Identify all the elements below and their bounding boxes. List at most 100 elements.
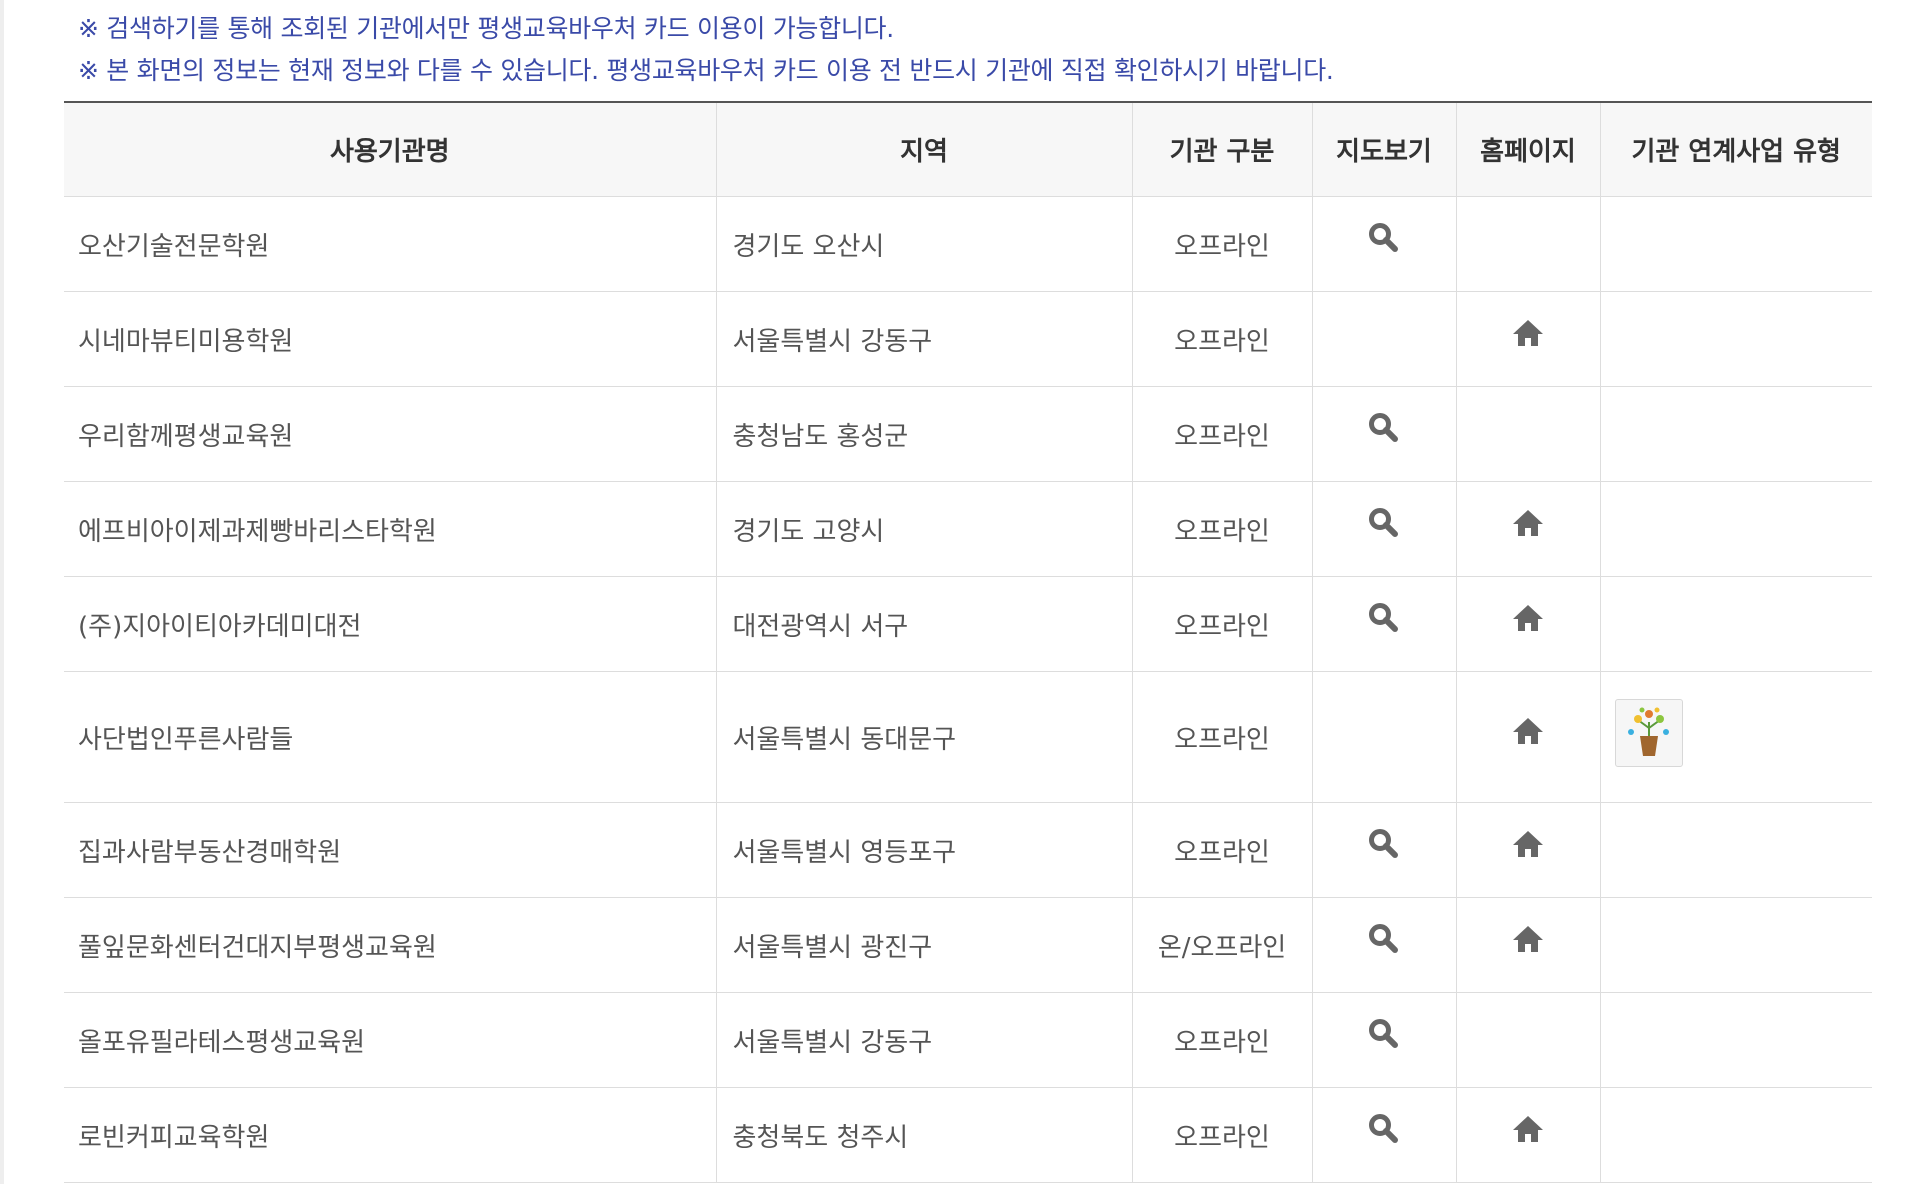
program-type-cell [1600,481,1872,577]
institution-category: 오프라인 [1132,196,1313,292]
institution-name: 우리함께평생교육원 [64,386,717,482]
header-category: 기관 구분 [1132,102,1313,197]
map-cell [1312,897,1457,993]
institution-name: (주)지아이티아카데미대전 [64,576,717,672]
magnifier-icon[interactable] [1366,1111,1402,1147]
magnifier-icon[interactable] [1366,826,1402,862]
notice-search-only: ※ 검색하기를 통해 조회된 기관에서만 평생교육바우처 카드 이용이 가능합니… [78,14,894,43]
map-cell [1312,992,1457,1088]
institution-category: 오프라인 [1132,671,1313,803]
program-type-cell [1600,386,1872,482]
map-cell [1312,196,1457,292]
magnifier-icon[interactable] [1366,410,1402,446]
institution-region: 서울특별시 동대문구 [716,671,1133,803]
notice-list: ※ 검색하기를 통해 조회된 기관에서만 평생교육바우처 카드 이용이 가능합니… [78,8,1878,92]
table-row: 풀잎문화센터건대지부평생교육원 서울특별시 광진구 온/오프라인 [64,897,1872,993]
homepage-cell [1456,802,1601,898]
program-type-cell [1600,576,1872,672]
institution-name: 사단법인푸른사람들 [64,671,717,803]
institution-category: 오프라인 [1132,386,1313,482]
header-program-type: 기관 연계사업 유형 [1600,102,1872,197]
institution-region: 경기도 오산시 [716,196,1133,292]
institution-category: 오프라인 [1132,802,1313,898]
institution-name: 에프비아이제과제빵바리스타학원 [64,481,717,577]
home-icon[interactable] [1510,921,1546,957]
table-body: 오산기술전문학원 경기도 오산시 오프라인 시네마뷰티미용학원 서울특별시 강동구 오프라… [64,196,1872,1183]
program-type-cell [1600,291,1872,387]
home-icon[interactable] [1510,826,1546,862]
table-row: 오산기술전문학원 경기도 오산시 오프라인 [64,196,1872,292]
table-row: 로빈커피교육학원 충청북도 청주시 오프라인 [64,1087,1872,1183]
homepage-cell [1456,671,1601,803]
institution-name: 올포유필라테스평생교육원 [64,992,717,1088]
homepage-cell [1456,291,1601,387]
table-header-row: 사용기관명 지역 기관 구분 지도보기 홈페이지 기관 연계사업 유형 [64,102,1872,197]
plant-pot-badge-icon[interactable] [1614,699,1683,767]
header-map: 지도보기 [1312,102,1457,197]
institution-region: 서울특별시 광진구 [716,897,1133,993]
institution-table-wrapper: 사용기관명 지역 기관 구분 지도보기 홈페이지 기관 연계사업 유형 오산기술… [64,101,1872,1183]
table-row: 시네마뷰티미용학원 서울특별시 강동구 오프라인 [64,291,1872,387]
magnifier-icon[interactable] [1366,1016,1402,1052]
left-edge-strip [0,0,4,1184]
institution-name: 오산기술전문학원 [64,196,717,292]
map-cell [1312,576,1457,672]
home-icon[interactable] [1510,505,1546,541]
magnifier-icon[interactable] [1366,505,1402,541]
table-row: 우리함께평생교육원 충청남도 홍성군 오프라인 [64,386,1872,482]
table-row: 사단법인푸른사람들 서울특별시 동대문구 오프라인 [64,671,1872,803]
magnifier-icon[interactable] [1366,921,1402,957]
home-icon[interactable] [1510,713,1546,749]
map-cell [1312,802,1457,898]
program-type-cell [1600,897,1872,993]
program-type-cell [1600,992,1872,1088]
program-type-cell [1600,1087,1872,1183]
institution-category: 오프라인 [1132,291,1313,387]
institution-region: 서울특별시 영등포구 [716,802,1133,898]
institution-category: 오프라인 [1132,1087,1313,1183]
institution-category: 온/오프라인 [1132,897,1313,993]
map-cell [1312,671,1457,803]
magnifier-icon[interactable] [1366,600,1402,636]
homepage-cell [1456,386,1601,482]
homepage-cell [1456,576,1601,672]
program-type-cell [1600,671,1872,803]
magnifier-icon[interactable] [1366,220,1402,256]
institution-name: 로빈커피교육학원 [64,1087,717,1183]
institution-name: 집과사람부동산경매학원 [64,802,717,898]
home-icon[interactable] [1510,1111,1546,1147]
notice-verify-info: ※ 본 화면의 정보는 현재 정보와 다를 수 있습니다. 평생교육바우처 카드… [78,56,1334,85]
home-icon[interactable] [1510,315,1546,351]
institution-region: 서울특별시 강동구 [716,291,1133,387]
institution-region: 서울특별시 강동구 [716,992,1133,1088]
header-region: 지역 [716,102,1133,197]
homepage-cell [1456,1087,1601,1183]
institution-name: 풀잎문화센터건대지부평생교육원 [64,897,717,993]
map-cell [1312,386,1457,482]
homepage-cell [1456,897,1601,993]
institution-region: 대전광역시 서구 [716,576,1133,672]
program-type-cell [1600,196,1872,292]
program-type-cell [1600,802,1872,898]
institution-region: 경기도 고양시 [716,481,1133,577]
map-cell [1312,481,1457,577]
homepage-cell [1456,196,1601,292]
institution-category: 오프라인 [1132,576,1313,672]
table-row: 집과사람부동산경매학원 서울특별시 영등포구 오프라인 [64,802,1872,898]
table-row: 에프비아이제과제빵바리스타학원 경기도 고양시 오프라인 [64,481,1872,577]
institution-category: 오프라인 [1132,481,1313,577]
header-name: 사용기관명 [64,102,717,197]
home-icon[interactable] [1510,600,1546,636]
institution-region: 충청남도 홍성군 [716,386,1133,482]
table-row: 올포유필라테스평생교육원 서울특별시 강동구 오프라인 [64,992,1872,1088]
institution-name: 시네마뷰티미용학원 [64,291,717,387]
institution-category: 오프라인 [1132,992,1313,1088]
map-cell [1312,291,1457,387]
homepage-cell [1456,481,1601,577]
institution-region: 충청북도 청주시 [716,1087,1133,1183]
homepage-cell [1456,992,1601,1088]
table-row: (주)지아이티아카데미대전 대전광역시 서구 오프라인 [64,576,1872,672]
map-cell [1312,1087,1457,1183]
header-homepage: 홈페이지 [1456,102,1601,197]
institution-table: 사용기관명 지역 기관 구분 지도보기 홈페이지 기관 연계사업 유형 오산기술… [64,101,1872,1183]
